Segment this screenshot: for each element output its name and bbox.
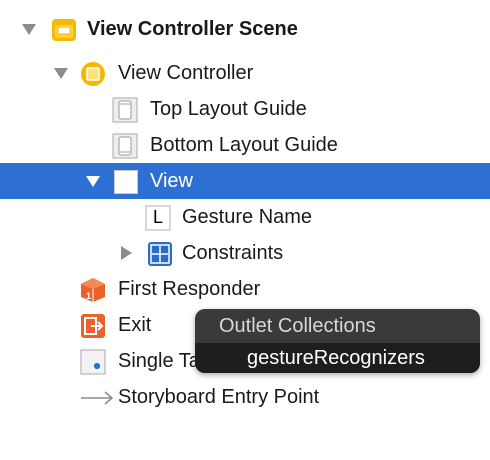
disclosure-expanded-icon[interactable] <box>84 172 102 190</box>
first-responder-icon: 1 <box>80 277 106 303</box>
outline-label: Top Layout Guide <box>150 98 307 120</box>
scene-icon <box>51 17 77 43</box>
outline-row-first-responder[interactable]: 1 First Responder <box>0 271 490 307</box>
outline-label: View Controller Scene <box>87 18 298 40</box>
outline-label: Constraints <box>182 242 284 264</box>
view-controller-icon <box>80 61 106 87</box>
layout-guide-icon <box>112 133 138 159</box>
disclosure-collapsed-icon[interactable] <box>117 244 135 262</box>
outline-row-constraints[interactable]: Constraints <box>0 235 490 271</box>
outline-label: View <box>150 170 193 192</box>
popover-item-gesture-recognizers[interactable]: gestureRecognizers <box>195 343 480 373</box>
popover-header: Outlet Collections <box>219 314 376 337</box>
document-outline: View Controller Scene View Controller To… <box>0 0 490 460</box>
outline-label: First Responder <box>118 278 261 300</box>
constraints-icon <box>147 241 173 267</box>
exit-icon <box>80 313 106 339</box>
outlet-collections-popover: Outlet Collections gestureRecognizers <box>195 309 480 373</box>
disclosure-expanded-icon[interactable] <box>52 64 70 82</box>
outline-label: Exit <box>118 314 152 336</box>
outline-row-bottom-layout-guide[interactable]: Bottom Layout Guide <box>0 127 490 163</box>
arrow-icon <box>80 385 114 411</box>
outline-label: Bottom Layout Guide <box>150 134 338 156</box>
outline-row-entry-point[interactable]: Storyboard Entry Point <box>0 379 490 415</box>
label-icon: L <box>145 205 171 231</box>
layout-guide-icon <box>112 97 138 123</box>
outline-row-view-controller[interactable]: View Controller <box>0 55 490 91</box>
outline-row-view[interactable]: View <box>0 163 490 199</box>
outline-label: View Controller <box>118 62 254 84</box>
view-icon <box>113 169 139 195</box>
outline-label: Gesture Name <box>182 206 313 228</box>
tap-gesture-icon <box>80 349 106 375</box>
outline-row-gesture-name[interactable]: L Gesture Name <box>0 199 490 235</box>
disclosure-expanded-icon[interactable] <box>20 20 38 38</box>
outline-label: Storyboard Entry Point <box>118 386 320 408</box>
svg-text:1: 1 <box>86 291 91 301</box>
outline-row-scene[interactable]: View Controller Scene <box>0 11 490 47</box>
label-icon-glyph: L <box>152 207 163 227</box>
outline-row-top-layout-guide[interactable]: Top Layout Guide <box>0 91 490 127</box>
